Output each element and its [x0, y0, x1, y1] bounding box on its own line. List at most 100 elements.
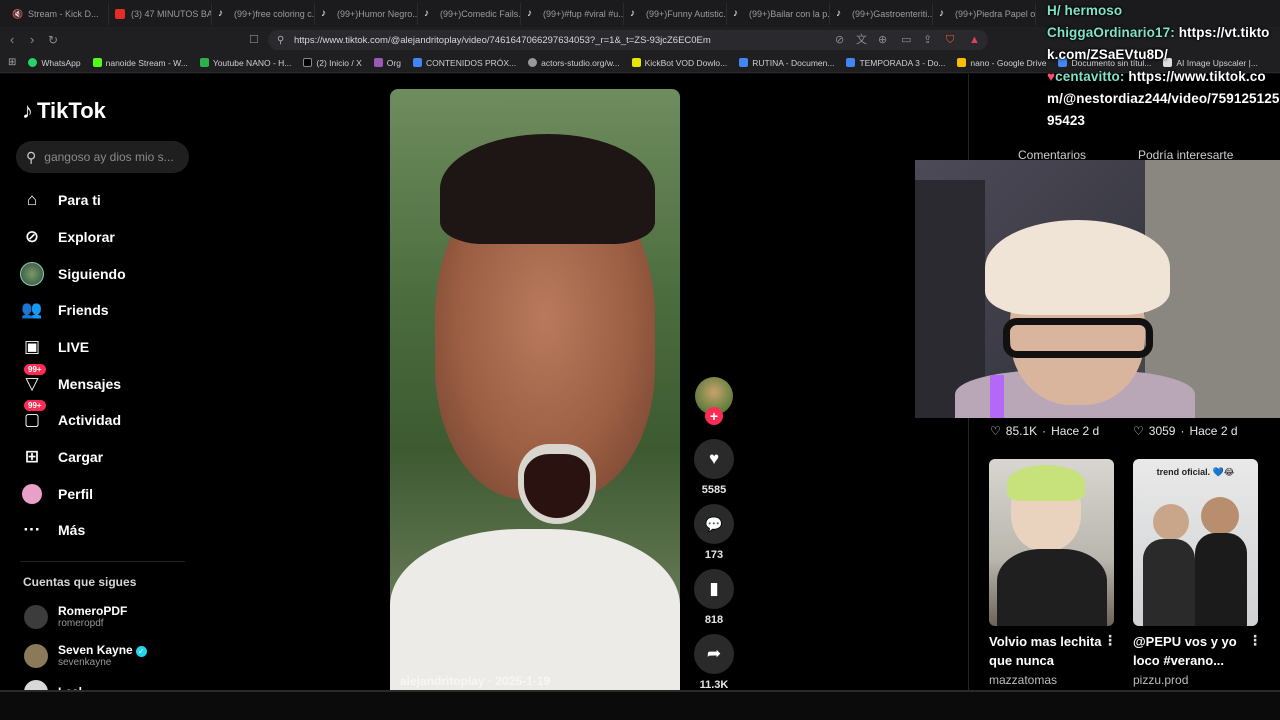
video-caption[interactable]: alejandritoplay · 2025-1-19 [400, 674, 550, 688]
bookmark-item[interactable]: actors-studio.org/w... [528, 58, 620, 68]
nav-friends[interactable]: 👥 Friends [20, 298, 108, 322]
reload-icon[interactable]: ↻ [48, 32, 58, 48]
activity-badge: 99+ [24, 400, 46, 411]
stat-separator: · [1180, 424, 1185, 438]
tiktok-icon: ♪ [939, 7, 944, 19]
thumb-overlay-text: trend oficial. 💙😂 [1156, 467, 1235, 477]
nav-siguiendo[interactable]: Siguiendo [20, 262, 126, 286]
followed-account[interactable]: RomeroPDF romeropdf [24, 604, 127, 629]
bookmark-icon[interactable]: ☐ [249, 32, 259, 48]
doc-icon [846, 58, 856, 67]
nav-live[interactable]: ▣ LIVE [20, 335, 89, 359]
site-info-icon[interactable]: ⚲ [277, 35, 284, 46]
tiktok-icon: ♪ [424, 7, 429, 19]
live-icon: ▣ [23, 337, 41, 356]
suggested-video-author[interactable]: pizzu.prod [1133, 673, 1188, 687]
drive-icon [957, 58, 967, 67]
browser-tab[interactable]: ♪ (99+)Humor Negro... [315, 2, 418, 25]
follow-plus-button[interactable]: + [705, 407, 723, 425]
browser-tab[interactable]: ♪ (99+)Gastroenteriti... [830, 2, 933, 25]
doc-icon [412, 58, 422, 67]
thumb-body [1143, 539, 1195, 626]
video-player[interactable]: alejandritoplay · 2025-1-19 [390, 89, 680, 690]
bookmark-item[interactable]: RUTINA - Documen... [739, 58, 834, 68]
brave-shield-icon[interactable]: ⛉ [946, 32, 954, 48]
avatar [24, 643, 48, 668]
bookmark-item[interactable]: (2) Inicio / X [303, 58, 362, 68]
save-button[interactable]: ▮ [694, 569, 734, 609]
browser-tab[interactable]: ♪ (99+)Funny Autistic... [624, 2, 727, 25]
bookmark-item[interactable]: TEMPORADA 3 - Do... [846, 58, 945, 68]
bookmark-item[interactable]: WhatsApp [28, 58, 81, 68]
video-stat: ♡ 85.1K · Hace 2 d [990, 424, 1100, 438]
bookmark-item[interactable]: CONTENIDOS PRÓX... [412, 58, 516, 68]
browser-tab[interactable]: ♪ (99+)Bailar con la p... [727, 2, 830, 25]
bookmark-item[interactable]: nano - Google Drive [957, 58, 1046, 68]
browser-tab[interactable]: ♪ (99+)Piedra Papel o... [933, 2, 1036, 25]
webcam-light [990, 375, 1004, 418]
streamer-webcam-overlay [915, 160, 1280, 418]
share-icon[interactable]: ⇪ [923, 32, 932, 48]
translate-icon[interactable]: 文 [856, 32, 867, 48]
suggested-video-author[interactable]: mazzatomas [989, 673, 1057, 687]
nav-mas[interactable]: ··· Más [20, 518, 86, 542]
bookmark-item[interactable]: nanoide Stream - W... [92, 58, 188, 68]
heart-outline-icon: ♡ [990, 424, 1001, 438]
kick-icon [92, 58, 102, 67]
share-arrow-icon: ➦ [706, 644, 722, 663]
rewards-icon[interactable]: ▲ [969, 32, 980, 48]
bookmark-item[interactable]: Org [373, 58, 401, 68]
nav-mensajes[interactable]: ▽ 99+ Mensajes [20, 364, 121, 396]
video-stat: ♡ 3059 · Hace 2 d [1133, 424, 1238, 438]
like-button[interactable]: ♥ [694, 439, 734, 479]
nav-perfil[interactable]: Perfil [20, 482, 93, 506]
more-options-icon[interactable]: ⋮ [1248, 632, 1262, 649]
tiktok-logo[interactable]: ♪ TikTok [22, 98, 106, 124]
suggested-video-title[interactable]: Volvio mas lechita que nunca [989, 632, 1107, 670]
more-options-icon[interactable]: ⋮ [1103, 632, 1117, 649]
upload-icon: ⊞ [24, 447, 40, 466]
browser-tab[interactable]: ♪ (99+)free coloring c... [212, 2, 315, 25]
avatar [24, 604, 48, 629]
comment-button[interactable]: 💬 [694, 504, 734, 544]
apps-icon[interactable]: ⊞ [8, 57, 16, 68]
bookmark-item[interactable]: Youtube NANO - H... [199, 58, 291, 68]
search-input[interactable]: ⚲ gangoso ay dios mio s... [16, 141, 189, 173]
forward-icon[interactable]: › [30, 32, 34, 48]
zoom-icon[interactable]: ⊕ [878, 32, 887, 48]
browser-tab[interactable]: ♪ (99+)Comedic Fails... [418, 2, 521, 25]
nav-para-ti[interactable]: ⌂ Para ti [20, 188, 101, 212]
sheet-icon [199, 58, 209, 67]
bookmark-icon: ▮ [709, 579, 719, 598]
suggested-video-thumbnail[interactable]: trend oficial. 💙😂 [1133, 459, 1258, 626]
tiktok-icon: ♪ [218, 7, 223, 19]
suggested-video-thumbnail[interactable] [989, 459, 1114, 626]
nav-cargar[interactable]: ⊞ Cargar [20, 445, 103, 469]
thumb-face [1153, 504, 1189, 540]
following-avatar-icon [20, 262, 44, 286]
back-icon[interactable]: ‹ [10, 32, 14, 48]
messages-badge: 99+ [24, 364, 46, 375]
browser-tab[interactable]: ♪ (99+)#fup #viral #u... [521, 2, 624, 25]
chat-message: H/ hermoso [1047, 3, 1123, 18]
doc-icon [739, 58, 749, 67]
followed-account[interactable]: Seven Kayne ✓ sevenkayne [24, 643, 147, 668]
org-icon [373, 58, 383, 67]
nav-actividad[interactable]: ▢ 99+ Actividad [20, 400, 121, 432]
cast-icon[interactable]: ▭ [901, 32, 911, 48]
search-icon: ⚲ [26, 148, 37, 165]
nav-explorar[interactable]: ⊘ Explorar [20, 225, 115, 249]
suggested-video-title[interactable]: @PEPU vos y yo loco #verano... [1133, 632, 1251, 670]
heart-badge-icon: ♥ [1047, 69, 1056, 84]
no-tracking-icon[interactable]: ⊘ [835, 32, 844, 48]
bookmark-item[interactable]: KickBot VOD Dowlo... [631, 58, 727, 68]
like-count: 5585 [701, 484, 727, 496]
sidebar-divider [20, 561, 185, 562]
browser-tab[interactable]: 🔇 Stream - Kick D... [6, 2, 109, 25]
stream-chat-overlay: H/ hermoso ChiggaOrdinario17: https://vt… [1047, 0, 1280, 132]
browser-tab[interactable]: (3) 47 MINUTOS BA... [109, 2, 212, 25]
chat-message: ChiggaOrdinario17: https://vt.tiktok.com… [1047, 25, 1270, 62]
share-button[interactable]: ➦ [694, 634, 734, 674]
friends-icon: 👥 [21, 300, 43, 319]
compass-icon: ⊘ [24, 227, 40, 246]
